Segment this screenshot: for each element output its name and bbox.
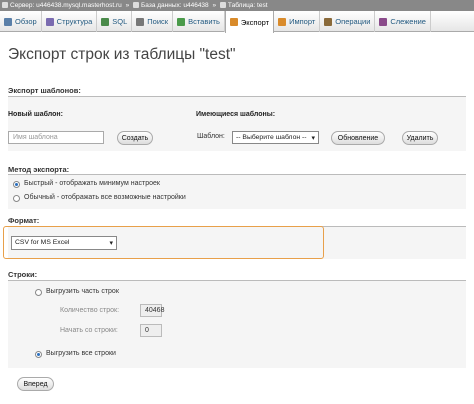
tab-label: Операции	[335, 17, 371, 26]
tab-sql[interactable]: SQL	[97, 11, 133, 32]
chevron-down-icon: ▾	[311, 135, 315, 142]
row-count-label: Количество строк:	[60, 307, 120, 314]
method-legend: Метод экспорта:	[8, 165, 70, 174]
breadcrumb-server[interactable]: Сервер: u446438.mysql.masterhost.ru	[10, 2, 122, 9]
tab-tracking[interactable]: Слежение	[375, 11, 431, 32]
row-count-input[interactable]: 40468	[140, 304, 164, 317]
tab-label: Поиск	[147, 17, 169, 26]
insert-icon	[177, 17, 186, 26]
template-select-value: -- Выберите шаблон --	[236, 134, 307, 141]
tracking-icon	[379, 17, 388, 26]
breadcrumb-separator: »	[125, 2, 130, 9]
table-icon	[219, 2, 226, 8]
delete-template-button[interactable]: Удалить	[402, 131, 438, 145]
templates-legend: Экспорт шаблонов:	[8, 86, 81, 95]
operations-icon	[324, 17, 333, 26]
tab-label: Структура	[56, 17, 93, 26]
tab-label: Слежение	[390, 17, 426, 26]
all-rows-radio[interactable]	[35, 351, 42, 358]
format-legend: Формат:	[8, 216, 40, 225]
tab-import[interactable]: Импорт	[274, 11, 321, 32]
existing-templates-label: Имеющиеся шаблоны:	[196, 111, 276, 118]
database-icon	[133, 2, 140, 8]
tab-label: Импорт	[289, 17, 316, 26]
browse-icon	[4, 17, 12, 26]
server-icon	[2, 2, 8, 8]
tab-label: SQL	[112, 17, 128, 26]
structure-icon	[45, 17, 54, 26]
rows-legend: Строки:	[8, 270, 38, 279]
tab-label: Вставить	[188, 17, 220, 26]
tab-bar: Обзор Структура SQL Поиск Вставить Экспо…	[0, 11, 474, 33]
page-title: Экспорт строк из таблицы "test"	[8, 46, 236, 63]
breadcrumb-separator: »	[212, 2, 217, 9]
sql-icon	[101, 17, 110, 26]
tab-browse[interactable]: Обзор	[0, 11, 42, 32]
search-icon	[136, 17, 145, 26]
breadcrumb-table[interactable]: Таблица: test	[228, 2, 268, 9]
start-row-label: Начать со строки:	[60, 327, 118, 334]
template-select[interactable]: -- Выберите шаблон -- ▾	[232, 131, 319, 144]
tab-structure[interactable]: Структура	[42, 11, 98, 32]
update-template-button[interactable]: Обновление	[331, 131, 385, 145]
import-icon	[278, 17, 287, 26]
format-select-value: CSV for MS Excel	[15, 239, 70, 246]
tab-export[interactable]: Экспорт	[224, 11, 275, 33]
custom-method-label[interactable]: Обычный - отображать все возможные настр…	[24, 194, 186, 201]
export-icon	[229, 18, 238, 26]
breadcrumb: Сервер: u446438.mysql.masterhost.ru » Ба…	[0, 0, 474, 11]
tab-operations[interactable]: Операции	[320, 11, 376, 32]
tab-label: Экспорт	[240, 17, 270, 27]
tab-label: Обзор	[15, 17, 37, 26]
some-rows-radio[interactable]	[35, 289, 42, 296]
create-template-button[interactable]: Создать	[117, 131, 153, 145]
quick-method-radio[interactable]	[13, 181, 20, 188]
some-rows-label[interactable]: Выгрузить часть строк	[46, 288, 119, 295]
submit-button[interactable]: Вперед	[17, 377, 54, 391]
new-template-label: Новый шаблон:	[8, 111, 63, 118]
all-rows-label[interactable]: Выгрузить все строки	[46, 350, 116, 357]
template-label: Шаблон:	[197, 133, 225, 140]
chevron-down-icon: ▾	[109, 240, 113, 247]
tab-insert[interactable]: Вставить	[173, 11, 225, 32]
breadcrumb-database[interactable]: База данных: u446438	[141, 2, 209, 9]
quick-method-label[interactable]: Быстрый - отображать минимум настроек	[24, 180, 160, 187]
tab-search[interactable]: Поиск	[132, 11, 174, 32]
format-select[interactable]: CSV for MS Excel ▾	[11, 236, 117, 250]
custom-method-radio[interactable]	[13, 195, 20, 202]
start-row-input[interactable]: 0	[140, 324, 162, 337]
template-name-input[interactable]: Имя шаблона	[8, 131, 104, 144]
